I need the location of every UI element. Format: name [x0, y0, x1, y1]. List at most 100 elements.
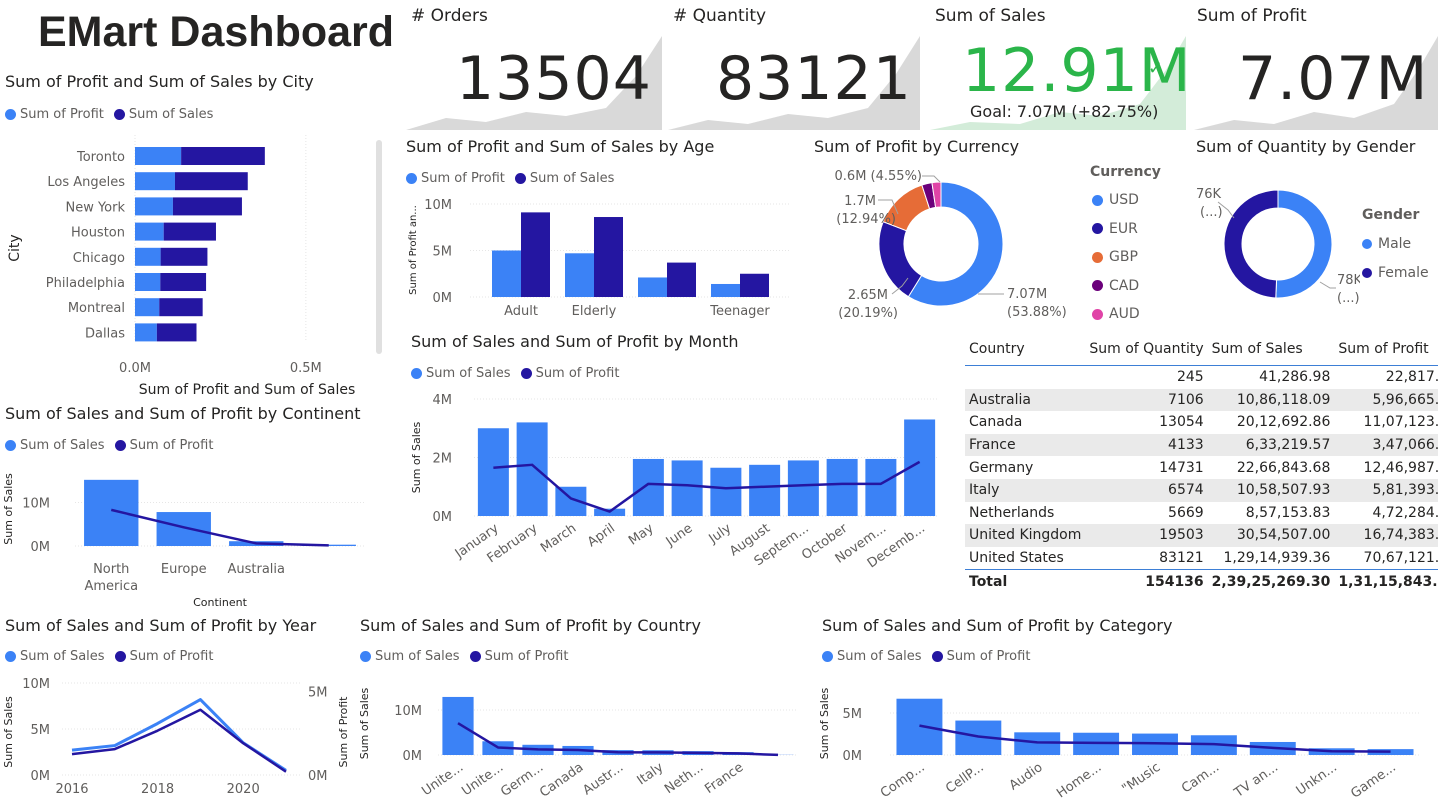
x-tick-label: Audio: [1007, 760, 1046, 794]
legend-item-male[interactable]: Male: [1362, 229, 1429, 258]
bar-sales: [84, 479, 139, 546]
donut-slice: [1223, 189, 1279, 299]
country-chart-legend[interactable]: Sum of Sales Sum of Profit: [360, 649, 574, 664]
gender-legend[interactable]: Male Female: [1362, 229, 1429, 287]
legend-item-usd[interactable]: USD: [1092, 186, 1140, 215]
table-cell-country: United States: [969, 550, 1064, 567]
currency-legend[interactable]: USD EUR GBP CAD AUD: [1092, 186, 1140, 329]
y-tick-label: 5M: [31, 723, 51, 738]
city-bar-chart[interactable]: 0.0M 0.5M Toronto Los Angeles New York Housto…: [0, 130, 380, 400]
legend-label: AUD: [1109, 306, 1140, 323]
data-label: 1.7M: [844, 194, 876, 209]
year-chart-legend[interactable]: Sum of Sales Sum of Profit: [5, 649, 219, 664]
table-header-profit[interactable]: Sum of Profit: [1334, 333, 1438, 366]
legend-label: Female: [1378, 264, 1429, 281]
age-chart-legend[interactable]: Sum of Profit Sum of Sales: [406, 171, 620, 186]
bar-profit: [135, 222, 164, 241]
gender-legend-title: Gender: [1362, 207, 1420, 223]
table-cell-profit: 5,81,393.51: [1334, 478, 1438, 502]
table-cell-quantity: 14731: [1159, 459, 1204, 476]
table-cell-sales: 6,33,219.57: [1207, 433, 1335, 457]
card-orders[interactable]: # Orders 13504: [406, 0, 662, 130]
x-tick-label: 2016: [55, 782, 88, 797]
category-chart-legend[interactable]: Sum of Sales Sum of Profit: [822, 649, 1036, 664]
month-chart-title: Sum of Sales and Sum of Profit by Month: [411, 332, 739, 351]
bar-sales: [159, 298, 203, 317]
y-tick-label: 5M: [433, 245, 453, 260]
year-line-chart[interactable]: 0M5M10M0M5M2016 2018 2020Sum of Sales Sum o…: [0, 670, 356, 805]
table-row[interactable]: Italy657410,58,507.935,81,393.51: [965, 478, 1438, 502]
table-cell-sales: 1,29,14,939.36: [1223, 550, 1331, 567]
city-chart-legend[interactable]: Sum of Profit Sum of Sales: [5, 107, 219, 122]
line-profit: [71, 708, 287, 773]
table-row[interactable]: United Kingdom 19503 30,54,507.00 16,74,383…: [965, 524, 1438, 547]
y-tick-label: Philadelphia: [46, 276, 125, 291]
bar-sales: [156, 323, 197, 342]
continent-chart-legend[interactable]: Sum of Sales Sum of Profit: [5, 438, 219, 453]
table-header-country[interactable]: Country: [965, 333, 1086, 366]
x-tick-label: Cam...: [1179, 760, 1222, 796]
continent-chart-title: Sum of Sales and Sum of Profit by Contin…: [5, 404, 361, 423]
y-axis-title: Sum of Sales: [818, 687, 831, 759]
bar-profit: [492, 250, 521, 297]
table-header-quantity[interactable]: Sum of Quantity: [1085, 333, 1208, 366]
y-tick-label: 0M: [403, 749, 423, 764]
table-cell-sales: 10,86,118.09: [1207, 388, 1335, 412]
bar-sales: [594, 217, 623, 297]
legend-item-cad[interactable]: CAD: [1092, 272, 1140, 301]
y-tick-label: 0M: [31, 540, 51, 555]
legend-item-eur[interactable]: EUR: [1092, 215, 1140, 244]
legend-item-aud[interactable]: AUD: [1092, 300, 1140, 329]
card-orders-value: 13504: [456, 44, 652, 114]
table-row[interactable]: Australia710610,86,118.095,96,665.28: [965, 388, 1438, 412]
table-cell-profit: 16,74,383.65: [1334, 524, 1438, 547]
legend-sales-dot: [822, 651, 833, 662]
country-combo-chart[interactable]: 0M10MUnite...Unite...Germ...CanadaAustr.…: [330, 670, 810, 805]
table-row[interactable]: 245 41,286.98 22,817.16: [965, 366, 1438, 389]
age-bar-chart[interactable]: 0M 5M 10M Adult Elderly Teenager Sum of Profit…: [400, 190, 800, 322]
card-quantity[interactable]: # Quantity 83121: [668, 0, 920, 130]
category-combo-chart[interactable]: 0M 5M Comp... CellP... Audio Home... "Music Cam…: [810, 670, 1438, 805]
continent-combo-chart[interactable]: 0M 10M North America Europe Australia Sum of S…: [0, 460, 390, 612]
table-cell-quantity: 83121: [1159, 550, 1204, 567]
bar-sales: [160, 247, 208, 266]
bar-sales: [787, 460, 819, 516]
table-row[interactable]: Germany 14731 22,66,843.68 12,46,987.57: [965, 456, 1438, 479]
y-tick-label: Dallas: [85, 326, 125, 341]
table-cell-quantity: 6574: [1085, 478, 1208, 502]
bar-sales: [826, 458, 858, 516]
card-profit[interactable]: Sum of Profit 7.07M: [1194, 0, 1438, 130]
table-row[interactable]: United States 83121 1,29,14,939.36 70,67,12…: [965, 547, 1438, 570]
legend-item-female[interactable]: Female: [1362, 258, 1429, 287]
table-row[interactable]: Canada 13054 20,12,692.86 11,07,123.83: [965, 411, 1438, 434]
country-table[interactable]: Country Sum of Quantity Sum of Sales Sum…: [965, 333, 1438, 593]
legend-item-gbp[interactable]: GBP: [1092, 243, 1140, 272]
data-label: 76K: [1196, 187, 1222, 202]
legend-label: USD: [1109, 192, 1139, 209]
currency-legend-title: Currency: [1090, 164, 1161, 180]
month-chart-legend[interactable]: Sum of Sales Sum of Profit: [411, 366, 625, 381]
table-cell-quantity: 5669: [1168, 504, 1204, 521]
x-tick-label: Unite...: [419, 760, 466, 799]
x-tick-label: Europe: [161, 562, 207, 577]
bar-profit: [135, 273, 161, 291]
legend-profit-label: Sum of Profit: [421, 171, 505, 186]
bar-profit: [135, 247, 161, 266]
bar-profit: [135, 147, 182, 165]
legend-dot: [1092, 308, 1103, 320]
gender-donut-chart[interactable]: 78K (...) 76K (...): [1190, 160, 1360, 320]
city-chart-scrollbar[interactable]: [376, 140, 382, 354]
x-tick-label: CellP...: [943, 760, 986, 797]
table-row[interactable]: France41336,33,219.573,47,066.39: [965, 433, 1438, 457]
table-row[interactable]: Netherlands 5669 8,57,153.83 4,72,284.53: [965, 502, 1438, 525]
bar-sales: [442, 696, 474, 755]
country-table-container[interactable]: Country Sum of Quantity Sum of Sales Sum…: [965, 333, 1438, 593]
x-tick-label: Canada: [537, 760, 586, 801]
table-header-sales[interactable]: Sum of Sales: [1207, 333, 1335, 366]
currency-donut-chart[interactable]: 7.07M (53.88%) 2.65M (20.19%) 1.7M (12.94%) 0.…: [810, 160, 1090, 330]
y-axis-title: Sum of Sales: [410, 421, 423, 493]
month-combo-chart[interactable]: 0M2M4MJanuaryFebruaryMarch April May June Ju…: [404, 386, 954, 576]
table-cell-country: Netherlands: [969, 504, 1055, 521]
card-sales[interactable]: Sum of Sales 12.91M ✓ Goal: 7.07M (+82.7…: [930, 0, 1191, 130]
data-label: (12.94%): [836, 212, 896, 227]
